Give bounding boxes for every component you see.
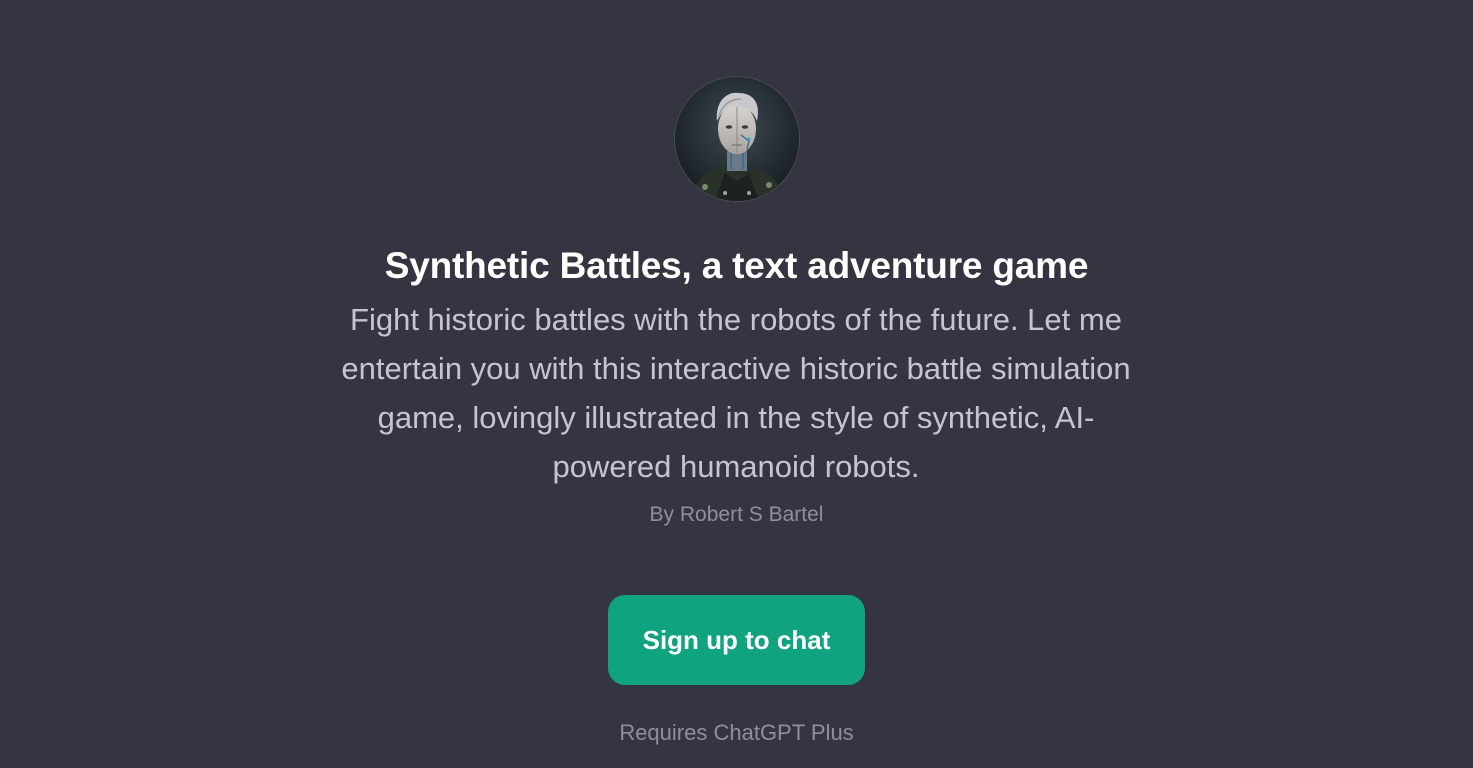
gpt-landing-page: Synthetic Battles, a text adventure game…: [0, 0, 1473, 768]
requirement-note: Requires ChatGPT Plus: [619, 720, 854, 745]
sign-up-button[interactable]: Sign up to chat: [608, 595, 865, 685]
gpt-title: Synthetic Battles, a text adventure game: [384, 245, 1089, 286]
gpt-author: By Robert S Bartel: [649, 503, 824, 526]
gpt-avatar: [674, 76, 800, 202]
robot-portrait-icon: [675, 77, 799, 201]
gpt-description: Fight historic battles with the robots o…: [341, 302, 1131, 484]
